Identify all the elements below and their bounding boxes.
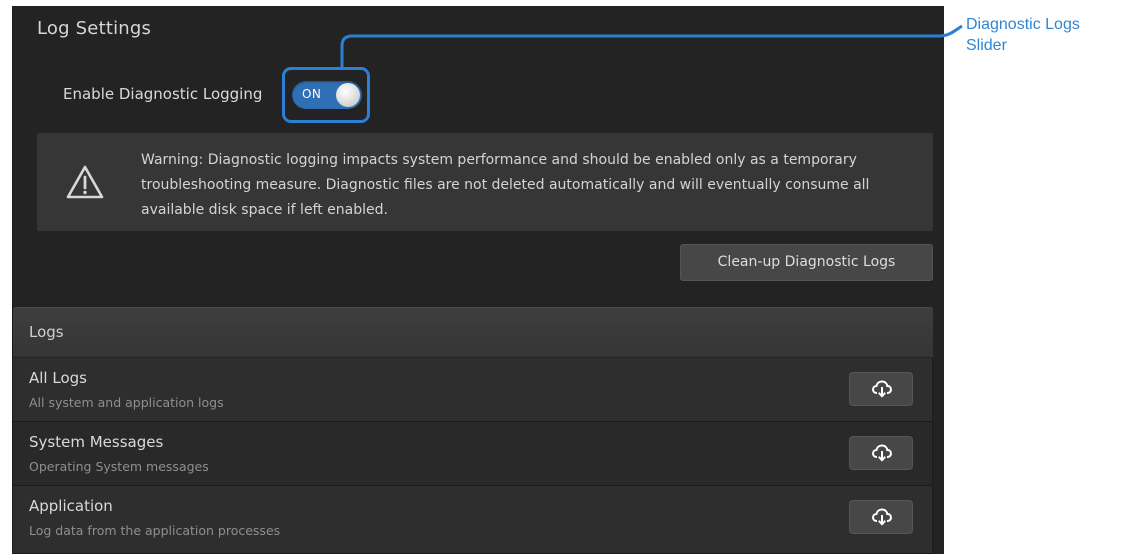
- annotation-line-1: Diagnostic Logs: [966, 16, 1080, 33]
- log-title: All Logs: [29, 369, 87, 387]
- download-application-logs-button[interactable]: [849, 500, 913, 534]
- panel-title: Log Settings: [37, 18, 152, 39]
- cloud-download-icon: [872, 444, 892, 462]
- row-edge: [932, 486, 933, 553]
- log-row-application: Application Log data from the applicatio…: [13, 486, 933, 554]
- row-edge: [932, 422, 933, 485]
- cloud-download-icon: [872, 380, 892, 398]
- toggle-knob[interactable]: [336, 83, 360, 107]
- warning-box: Warning: Diagnostic logging impacts syst…: [37, 133, 933, 231]
- row-edge: [932, 358, 933, 421]
- logs-header-label: Logs: [29, 323, 64, 341]
- download-system-messages-button[interactable]: [849, 436, 913, 470]
- log-description: Log data from the application processes: [29, 523, 281, 538]
- diagnostic-logging-toggle[interactable]: ON: [292, 81, 362, 109]
- logs-section-header: Logs: [13, 307, 933, 357]
- cloud-download-icon: [872, 508, 892, 526]
- log-title: System Messages: [29, 433, 164, 451]
- download-all-logs-button[interactable]: [849, 372, 913, 406]
- log-row-system-messages: System Messages Operating System message…: [13, 422, 933, 486]
- diagnostic-logs-slider-annotation: Diagnostic Logs Slider: [966, 14, 1080, 56]
- log-description: Operating System messages: [29, 459, 209, 474]
- screenshot-stage: Log Settings Enable Diagnostic Logging O…: [0, 0, 1129, 554]
- log-row-all-logs: All Logs All system and application logs: [13, 358, 933, 422]
- warning-text: Warning: Diagnostic logging impacts syst…: [141, 152, 870, 218]
- warning-triangle-icon: [65, 164, 105, 200]
- log-title: Application: [29, 497, 113, 515]
- cleanup-diagnostic-logs-button[interactable]: Clean-up Diagnostic Logs: [680, 244, 933, 281]
- log-settings-panel: Log Settings Enable Diagnostic Logging O…: [12, 6, 944, 554]
- toggle-state-label: ON: [302, 87, 322, 101]
- log-description: All system and application logs: [29, 395, 224, 410]
- enable-diagnostic-logging-label: Enable Diagnostic Logging: [63, 85, 263, 103]
- annotation-line-2: Slider: [966, 37, 1007, 54]
